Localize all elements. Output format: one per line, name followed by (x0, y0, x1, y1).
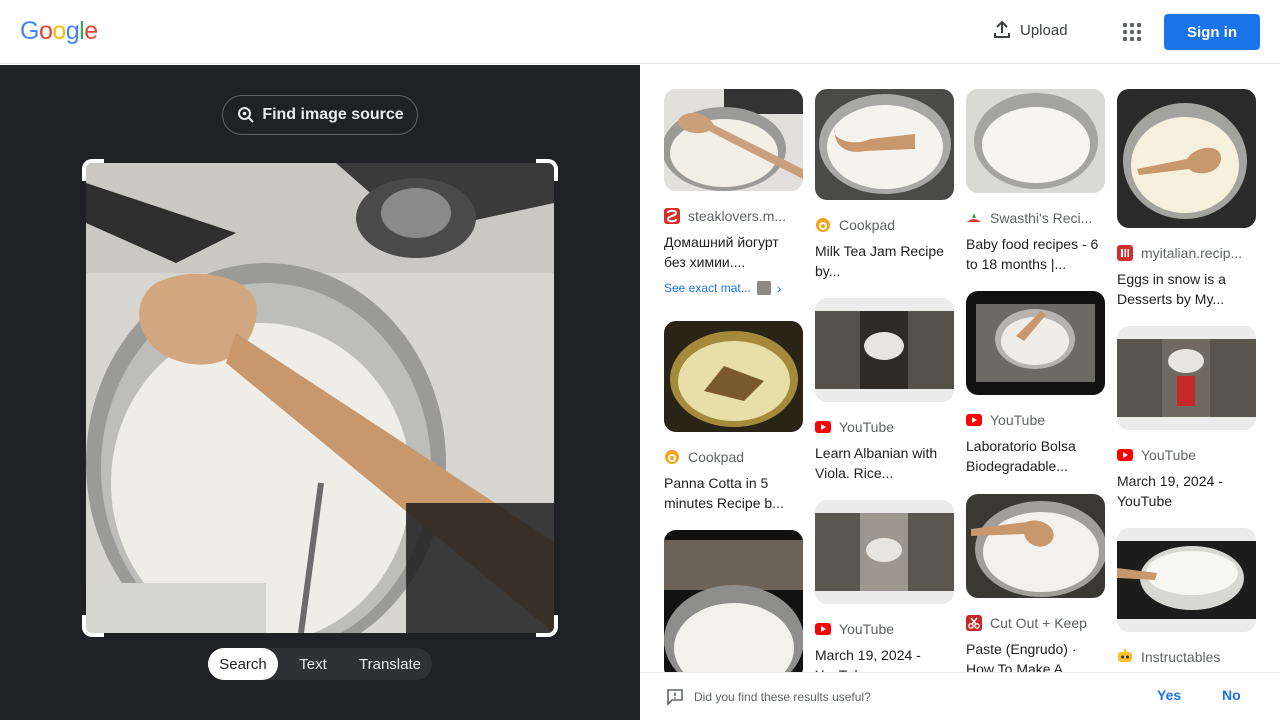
result-source: steaklovers.m... (688, 208, 787, 224)
find-image-source-button[interactable]: Find image source (222, 95, 418, 135)
tab-translate[interactable]: Translate (348, 648, 432, 680)
result-card[interactable]: YouTube Learn Albanian with Viola. Rice.… (815, 298, 954, 483)
find-image-source-label: Find image source (262, 106, 404, 123)
cutoutkeep-icon (966, 615, 982, 631)
google-logo[interactable]: Google (20, 17, 98, 46)
feedback-icon (667, 688, 683, 706)
top-bar: Google Upload Sign in (0, 0, 1280, 64)
result-card[interactable]: Instructables (1117, 528, 1256, 665)
chevron-right-icon: › (776, 280, 782, 296)
result-title[interactable]: Learn Albanian with Viola. Rice... (815, 443, 954, 483)
logo-letter: e (84, 17, 98, 45)
result-source: Cookpad (688, 449, 745, 465)
tab-search[interactable]: Search (208, 648, 278, 680)
result-card[interactable]: YouTube March 19, 2024 - YouTube (815, 500, 954, 685)
query-image-pane: Find image source Search Text Translate (0, 65, 640, 720)
result-source: Swasthi's Reci... (990, 210, 1093, 226)
crop-handle-top-right[interactable] (536, 159, 558, 181)
crop-handle-top-left[interactable] (82, 159, 104, 181)
youtube-icon (1117, 447, 1133, 463)
result-thumbnail[interactable] (815, 500, 954, 604)
result-card[interactable]: Cookpad Panna Cotta in 5 minutes Recipe … (664, 321, 803, 513)
apps-grid-icon[interactable] (1122, 22, 1142, 42)
result-thumbnail[interactable] (815, 298, 954, 402)
result-thumbnail[interactable] (815, 89, 954, 200)
result-card[interactable]: Cookpad Milk Tea Jam Recipe by... (815, 89, 954, 281)
feedback-yes-button[interactable]: Yes (1157, 687, 1181, 703)
tab-text[interactable]: Text (278, 648, 348, 680)
logo-letter: o (38, 17, 53, 45)
crop-handle-bottom-right[interactable] (536, 615, 558, 637)
logo-letter: g (65, 17, 80, 45)
result-thumbnail[interactable] (966, 291, 1105, 395)
swasthi-icon (966, 210, 982, 226)
result-card[interactable]: YouTube March 19, 2024 - YouTube (1117, 326, 1256, 511)
youtube-icon (815, 621, 831, 637)
result-title[interactable]: Eggs in snow is a Desserts by My... (1117, 269, 1256, 309)
visual-matches-pane: steaklovers.m... Домашний йогурт без хим… (640, 65, 1280, 720)
result-title[interactable]: Baby food recipes - 6 to 18 months |... (966, 234, 1105, 274)
result-source: YouTube (1141, 447, 1197, 463)
exact-match-thumbnail (756, 281, 771, 295)
result-source: myitalian.recip... (1141, 245, 1243, 261)
result-source: Cut Out + Keep (990, 615, 1087, 631)
result-title[interactable]: Laboratorio Bolsa Biodegradable... (966, 436, 1105, 476)
result-source: YouTube (839, 419, 895, 435)
upload-icon (994, 20, 1010, 38)
steaklovers-icon (664, 208, 680, 224)
result-source: YouTube (990, 412, 1046, 428)
feedback-no-button[interactable]: No (1222, 687, 1241, 703)
logo-letter: G (20, 17, 39, 45)
instructables-icon (1117, 649, 1133, 665)
lens-mode-tabs: Search Text Translate (208, 648, 432, 680)
result-card[interactable]: YouTube Laboratorio Bolsa Biodegradable.… (966, 291, 1105, 476)
lens-search-icon (238, 107, 255, 123)
sign-in-button[interactable]: Sign in (1164, 14, 1260, 50)
result-source: YouTube (839, 621, 895, 637)
result-source: Cookpad (839, 217, 896, 233)
cookpad-icon (664, 449, 680, 465)
result-thumbnail[interactable] (664, 530, 804, 695)
result-card[interactable]: Swasthi's Reci... Baby food recipes - 6 … (966, 89, 1105, 274)
result-title[interactable]: Milk Tea Jam Recipe by... (815, 241, 954, 281)
feedback-question: Did you find these results useful? (694, 689, 871, 704)
feedback-bar: Did you find these results useful? Yes N… (640, 672, 1280, 720)
youtube-icon (815, 419, 831, 435)
cookpad-icon (815, 217, 831, 233)
myitalian-icon (1117, 245, 1133, 261)
result-card[interactable] (664, 530, 804, 695)
result-thumbnail[interactable] (966, 494, 1107, 598)
crop-handle-bottom-left[interactable] (82, 615, 104, 637)
result-title[interactable]: Panna Cotta in 5 minutes Recipe b... (664, 473, 803, 513)
query-image[interactable] (86, 163, 554, 633)
upload-button[interactable]: Upload (992, 20, 1068, 40)
youtube-icon (966, 412, 982, 428)
result-card[interactable]: Cut Out + Keep Paste (Engrudo) · How To … (966, 494, 1107, 679)
result-thumbnail[interactable] (662, 89, 803, 191)
result-thumbnail[interactable] (1117, 89, 1256, 228)
result-thumbnail[interactable] (966, 89, 1105, 193)
result-card[interactable]: myitalian.recip... Eggs in snow is a Des… (1117, 89, 1256, 309)
result-card[interactable]: steaklovers.m... Домашний йогурт без хим… (662, 89, 803, 296)
result-thumbnail[interactable] (664, 321, 803, 432)
upload-label: Upload (1020, 21, 1068, 39)
see-exact-matches-link[interactable]: See exact mat... › (664, 280, 803, 296)
result-title[interactable]: Домашний йогурт без химии.... (664, 232, 803, 272)
logo-letter: o (52, 17, 66, 45)
result-title[interactable]: March 19, 2024 - YouTube (1117, 471, 1256, 511)
result-source: Instructables (1141, 649, 1221, 665)
result-thumbnail[interactable] (1117, 528, 1256, 632)
result-thumbnail[interactable] (1117, 326, 1256, 430)
see-exact-matches-label: See exact mat... (664, 281, 751, 295)
